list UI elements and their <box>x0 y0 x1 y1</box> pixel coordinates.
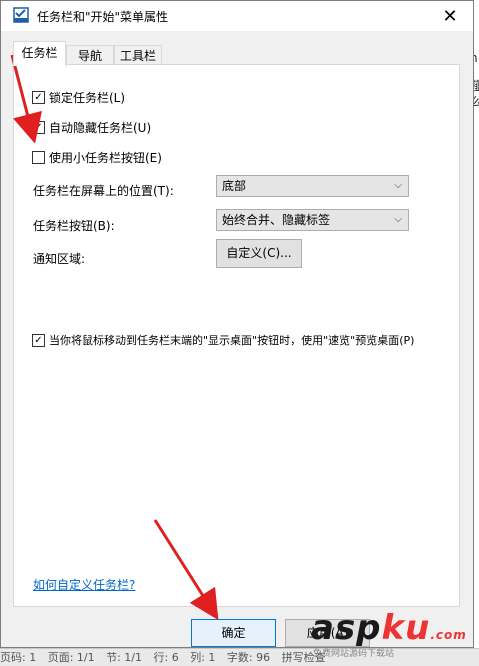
arrow-to-ok-button <box>153 519 219 621</box>
arrow-to-auto-hide <box>10 54 42 144</box>
tab-taskbar[interactable]: 任务栏 <box>13 41 66 66</box>
annotation-arrows <box>10 54 219 621</box>
